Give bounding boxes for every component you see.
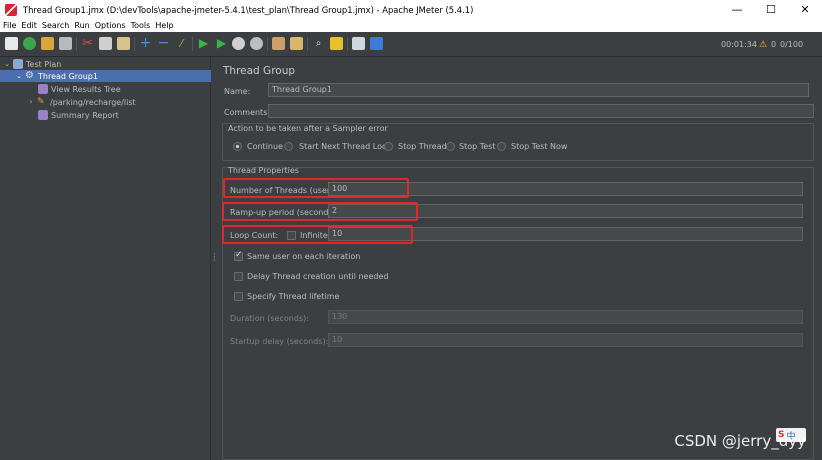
highlight-rampup <box>222 202 418 221</box>
menu-help[interactable]: Help <box>155 21 173 30</box>
comments-input[interactable] <box>268 104 814 118</box>
expand-arrow-icon[interactable]: › <box>27 98 35 106</box>
jmeter-app-icon <box>5 3 17 16</box>
expand-icon[interactable]: + <box>139 36 152 50</box>
radio-stop-thread-label: Stop Thread <box>398 142 447 151</box>
thread-lifetime-label: Specify Thread lifetime <box>247 292 340 301</box>
startup-delay-input[interactable]: 10 <box>328 333 803 347</box>
new-icon[interactable] <box>5 37 18 50</box>
tree-node-test-plan[interactable]: ⌄ Test Plan <box>3 58 208 70</box>
splitter-grip-icon[interactable]: · · · <box>213 251 216 266</box>
collapse-icon[interactable]: − <box>157 36 170 50</box>
menu-file[interactable]: File <box>3 21 16 30</box>
radio-stop-test[interactable] <box>446 142 455 151</box>
save-icon[interactable] <box>59 37 72 50</box>
watermark: CSDN @jerry_dyy <box>674 432 806 450</box>
search-icon[interactable]: ⌕ <box>312 37 325 50</box>
thread-properties-label: Thread Properties <box>228 166 299 175</box>
tree-node-thread-group[interactable]: ⌄ ⚙ Thread Group1 <box>0 70 211 82</box>
start-icon[interactable]: ▶ <box>197 37 210 50</box>
duration-label: Duration (seconds): <box>230 314 309 323</box>
window-title: Thread Group1.jmx (D:\devTools\apache-jm… <box>23 4 474 15</box>
thread-lifetime-checkbox[interactable] <box>234 292 243 301</box>
clear-all-icon[interactable] <box>290 37 303 50</box>
sampler-icon: ✎ <box>37 97 45 107</box>
menu-bar: File Edit Search Run Options Tools Help <box>0 19 822 32</box>
menu-run[interactable]: Run <box>74 21 89 30</box>
start-no-pauses-icon[interactable]: ▶ <box>215 37 228 50</box>
clear-icon[interactable] <box>272 37 285 50</box>
radio-stop-test-now[interactable] <box>497 142 506 151</box>
maximize-button[interactable]: ☐ <box>754 0 788 19</box>
toggle-icon[interactable]: ⁄ <box>175 37 188 50</box>
radio-stop-test-label: Stop Test <box>459 142 496 151</box>
startup-delay-label: Startup delay (seconds): <box>230 337 329 346</box>
name-input[interactable]: Thread Group1 <box>268 83 809 97</box>
delay-creation-checkbox[interactable] <box>234 272 243 281</box>
sampler-error-label: Action to be taken after a Sampler error <box>228 124 388 133</box>
toolbar: ✂ + − ⁄ ▶ ▶ ⌕ 00:01:34 ⚠ 0 0/100 <box>0 32 822 57</box>
warning-icon[interactable]: ⚠ <box>759 32 767 57</box>
tree-node-view-results-tree[interactable]: View Results Tree <box>36 83 206 95</box>
error-count: 0 <box>771 40 777 49</box>
gear-icon: ⚙ <box>25 70 34 81</box>
window-controls: — ☐ ✕ <box>720 0 822 19</box>
highlight-loop-count <box>222 225 413 244</box>
radio-start-next-loop[interactable] <box>284 142 293 151</box>
help-icon[interactable] <box>370 37 383 50</box>
radio-start-next-loop-label: Start Next Thread Loop <box>299 142 392 151</box>
radio-continue[interactable] <box>233 142 242 151</box>
open-icon[interactable] <box>41 37 54 50</box>
copy-icon[interactable] <box>99 37 112 50</box>
minimize-button[interactable]: — <box>720 0 754 19</box>
paste-icon[interactable] <box>117 37 130 50</box>
menu-edit[interactable]: Edit <box>21 21 37 30</box>
title-bar: Thread Group1.jmx (D:\devTools\apache-jm… <box>0 0 822 19</box>
menu-options[interactable]: Options <box>95 21 126 30</box>
name-label: Name: <box>224 87 251 96</box>
elapsed-time: 00:01:34 <box>721 40 757 49</box>
same-user-label: Same user on each iteration <box>247 252 361 261</box>
radio-continue-label: Continue <box>247 142 283 151</box>
highlight-num-threads <box>223 178 409 198</box>
duration-input[interactable]: 130 <box>328 310 803 324</box>
same-user-checkbox[interactable] <box>234 250 243 261</box>
cut-icon[interactable]: ✂ <box>81 37 94 50</box>
function-helper-icon[interactable] <box>352 37 365 50</box>
test-plan-tree: ⌄ Test Plan ⌄ ⚙ Thread Group1 View Resul… <box>0 57 211 460</box>
close-button[interactable]: ✕ <box>788 0 822 19</box>
reset-search-icon[interactable] <box>330 37 343 50</box>
stop-icon[interactable] <box>232 37 245 50</box>
radio-stop-thread[interactable] <box>384 142 393 151</box>
tree-node-summary-report[interactable]: Summary Report <box>36 109 206 121</box>
comments-label: Comments: <box>224 108 271 117</box>
listener-icon <box>38 84 48 94</box>
templates-icon[interactable] <box>23 37 36 50</box>
delay-creation-label: Delay Thread creation until needed <box>247 272 389 281</box>
shutdown-icon[interactable] <box>250 37 263 50</box>
menu-tools[interactable]: Tools <box>131 21 151 30</box>
active-threads: 0/100 <box>780 40 804 49</box>
menu-search[interactable]: Search <box>42 21 69 30</box>
page-title: Thread Group <box>223 65 296 77</box>
collapse-arrow-icon[interactable]: ⌄ <box>15 72 23 80</box>
listener-icon <box>38 110 48 120</box>
radio-stop-test-now-label: Stop Test Now <box>511 142 568 151</box>
collapse-arrow-icon[interactable]: ⌄ <box>3 60 11 68</box>
thread-group-panel: Thread Group Name: Thread Group1 Comment… <box>218 57 822 460</box>
test-plan-icon <box>13 59 23 69</box>
tree-node-sampler[interactable]: › ✎ /parking/recharge/list <box>27 96 207 108</box>
